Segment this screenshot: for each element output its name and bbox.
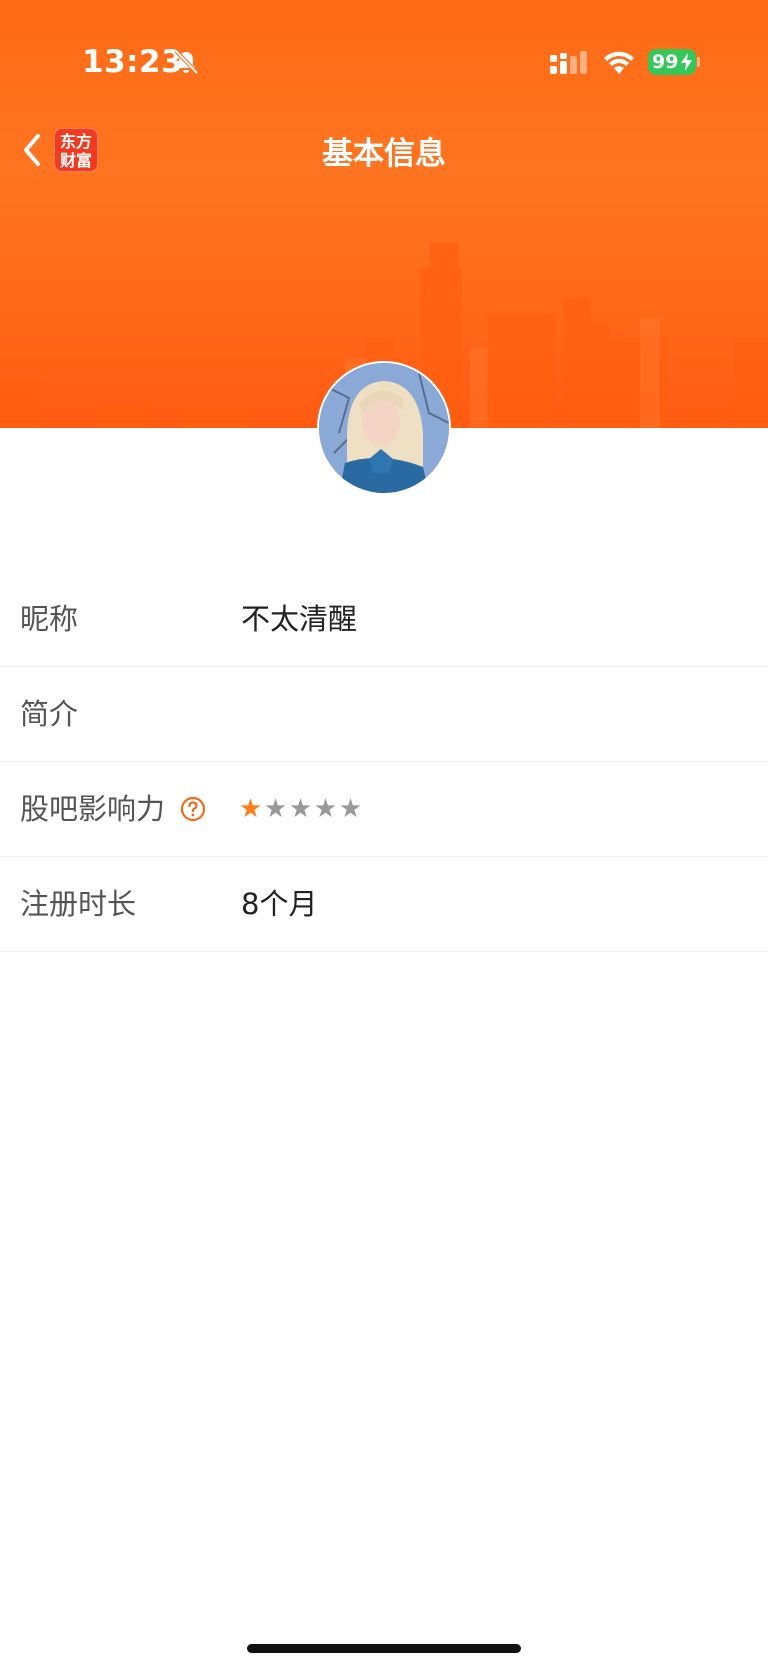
home-indicator[interactable] (247, 1644, 521, 1653)
battery-cap (697, 57, 700, 67)
row-influence: 股吧影响力 ★★★★★ (0, 762, 768, 857)
avatar[interactable] (317, 361, 451, 495)
star-filled-icon: ★ (238, 794, 263, 824)
info-list: 昵称 不太清醒 简介 股吧影响力 ★★★★★ 注册时长 8个月 (0, 572, 768, 952)
star-empty-icon: ★ (288, 794, 313, 824)
nickname-value: 不太清醒 (241, 602, 358, 636)
star-empty-icon: ★ (263, 794, 288, 824)
bio-label: 简介 (20, 697, 79, 731)
row-registration: 注册时长 8个月 (0, 857, 768, 952)
status-time: 13:23 (82, 44, 184, 80)
charging-bolt-icon (681, 53, 692, 71)
row-bio: 简介 (0, 667, 768, 762)
status-bar: 13:23 99 (0, 0, 768, 120)
influence-label: 股吧影响力 (20, 792, 166, 826)
page-title: 基本信息 (322, 136, 446, 172)
star-empty-icon: ★ (313, 794, 338, 824)
battery-indicator: 99 (648, 49, 696, 75)
question-circle-icon[interactable] (180, 796, 206, 822)
cellular-signal-icon (550, 51, 587, 74)
wifi-icon (604, 51, 634, 74)
row-nickname: 昵称 不太清醒 (0, 572, 768, 667)
registration-value: 8个月 (241, 887, 318, 921)
bell-slash-icon (174, 49, 199, 75)
influence-rating: ★★★★★ (238, 792, 363, 826)
star-empty-icon: ★ (338, 794, 363, 824)
battery-level: 99 (652, 51, 679, 73)
nickname-label: 昵称 (20, 602, 79, 636)
registration-label: 注册时长 (20, 887, 137, 921)
avatar-image (319, 363, 449, 493)
